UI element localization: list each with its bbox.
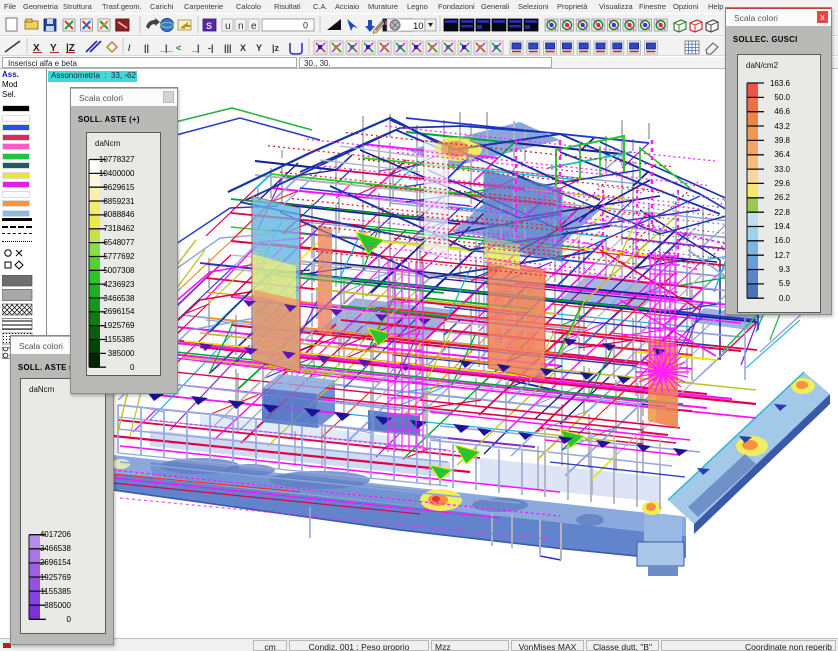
svg-text:<: < [176,43,181,53]
svg-text:n: n [238,21,244,32]
svg-text:_|_: _|_ [159,43,174,53]
svg-text:S: S [206,21,212,31]
svg-text:e: e [251,21,257,32]
svg-text:X: X [240,43,246,53]
svg-text:/: / [128,43,131,53]
svg-text:||: || [144,43,149,53]
svg-text:u: u [225,21,231,32]
svg-text:|||: ||| [224,43,232,53]
svg-text:10: 10 [413,21,424,32]
svg-text:Y: Y [256,43,262,53]
svg-text:-|: -| [208,43,214,53]
svg-text:0: 0 [303,21,308,31]
svg-text:|z: |z [272,43,280,53]
svg-text:_|: _| [191,43,200,53]
